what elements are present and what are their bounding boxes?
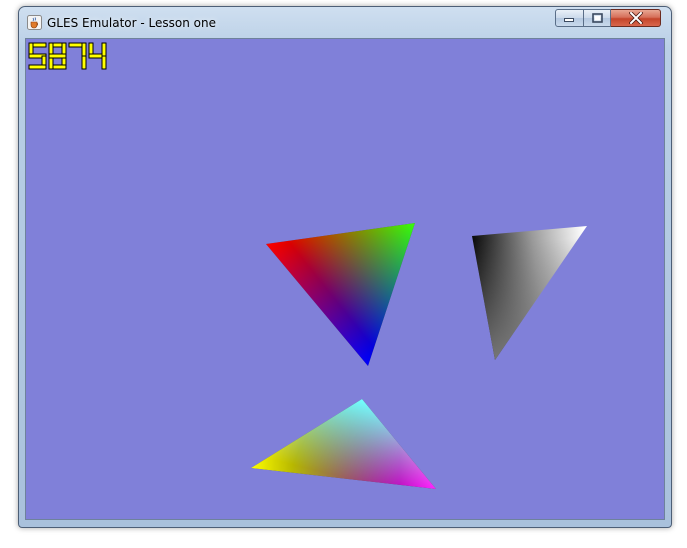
close-button[interactable] — [611, 9, 661, 27]
minimize-button[interactable] — [555, 9, 584, 27]
scene — [251, 223, 587, 489]
window-title: GLES Emulator - Lesson one — [47, 16, 216, 30]
maximize-icon — [591, 13, 603, 23]
cmy-gradient-triangle — [251, 399, 436, 489]
minimize-icon — [564, 18, 574, 22]
gl-viewport[interactable]: 5874 — [26, 39, 664, 519]
grayscale-gradient-triangle — [472, 226, 587, 360]
title-bar[interactable]: GLES Emulator - Lesson one — [19, 7, 671, 37]
app-window: GLES Emulator - Lesson one 5874 — [18, 6, 672, 528]
client-area: 5874 — [25, 38, 665, 520]
java-cup-icon — [27, 15, 42, 30]
close-icon — [628, 12, 643, 24]
maximize-button[interactable] — [584, 9, 611, 27]
rgb-gradient-triangle — [266, 223, 415, 366]
